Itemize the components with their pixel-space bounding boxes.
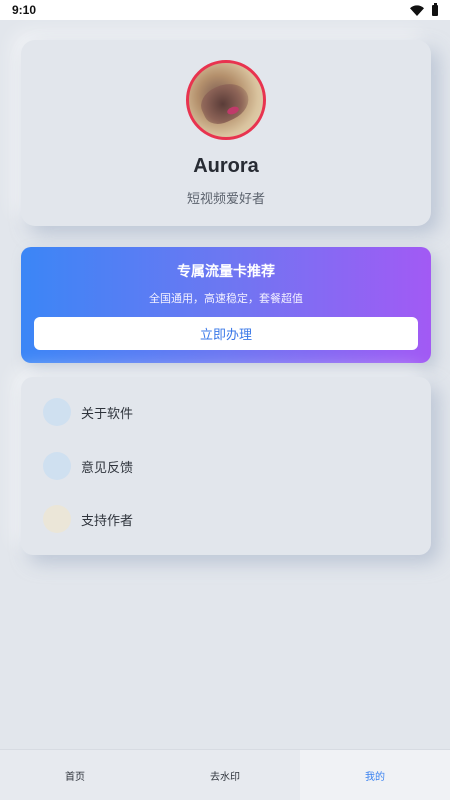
tab-mine[interactable]: 我的 [300, 750, 450, 800]
avatar[interactable] [186, 60, 266, 140]
promo-subtitle: 全国通用，高速稳定，套餐超值 [149, 292, 303, 305]
promo-card: 专属流量卡推荐 全国通用，高速稳定，套餐超值 立即办理 [21, 247, 431, 363]
menu-card: 关于软件 意见反馈 支持作者 [21, 377, 431, 555]
profile-bio: 短视频爱好者 [186, 192, 265, 207]
menu-item-feedback[interactable]: 意见反馈 [21, 443, 431, 489]
profile-name: Aurora [193, 155, 259, 177]
menu-item-label: 支持作者 [81, 513, 134, 529]
tab-home[interactable]: 首页 [0, 750, 150, 800]
menu-item-about[interactable]: 关于软件 [21, 389, 431, 435]
status-time: 9:10 [12, 3, 37, 17]
tab-remove-watermark[interactable]: 去水印 [150, 750, 300, 800]
menu-item-label: 关于软件 [81, 406, 134, 422]
status-bar: 9:10 [0, 0, 450, 20]
battery-icon [432, 2, 438, 16]
support-icon [43, 505, 71, 533]
about-icon [43, 398, 71, 426]
wifi-icon [410, 4, 424, 16]
feedback-icon [43, 452, 71, 480]
menu-item-label: 意见反馈 [81, 460, 134, 476]
apply-now-button[interactable]: 立即办理 [34, 317, 418, 350]
menu-item-support[interactable]: 支持作者 [21, 496, 431, 542]
bottom-nav: 首页 去水印 我的 [0, 749, 450, 800]
avatar-photo-hand [195, 76, 255, 130]
profile-card: Aurora 短视频爱好者 [21, 40, 431, 226]
status-icons [410, 2, 438, 16]
promo-title: 专属流量卡推荐 [177, 264, 275, 280]
